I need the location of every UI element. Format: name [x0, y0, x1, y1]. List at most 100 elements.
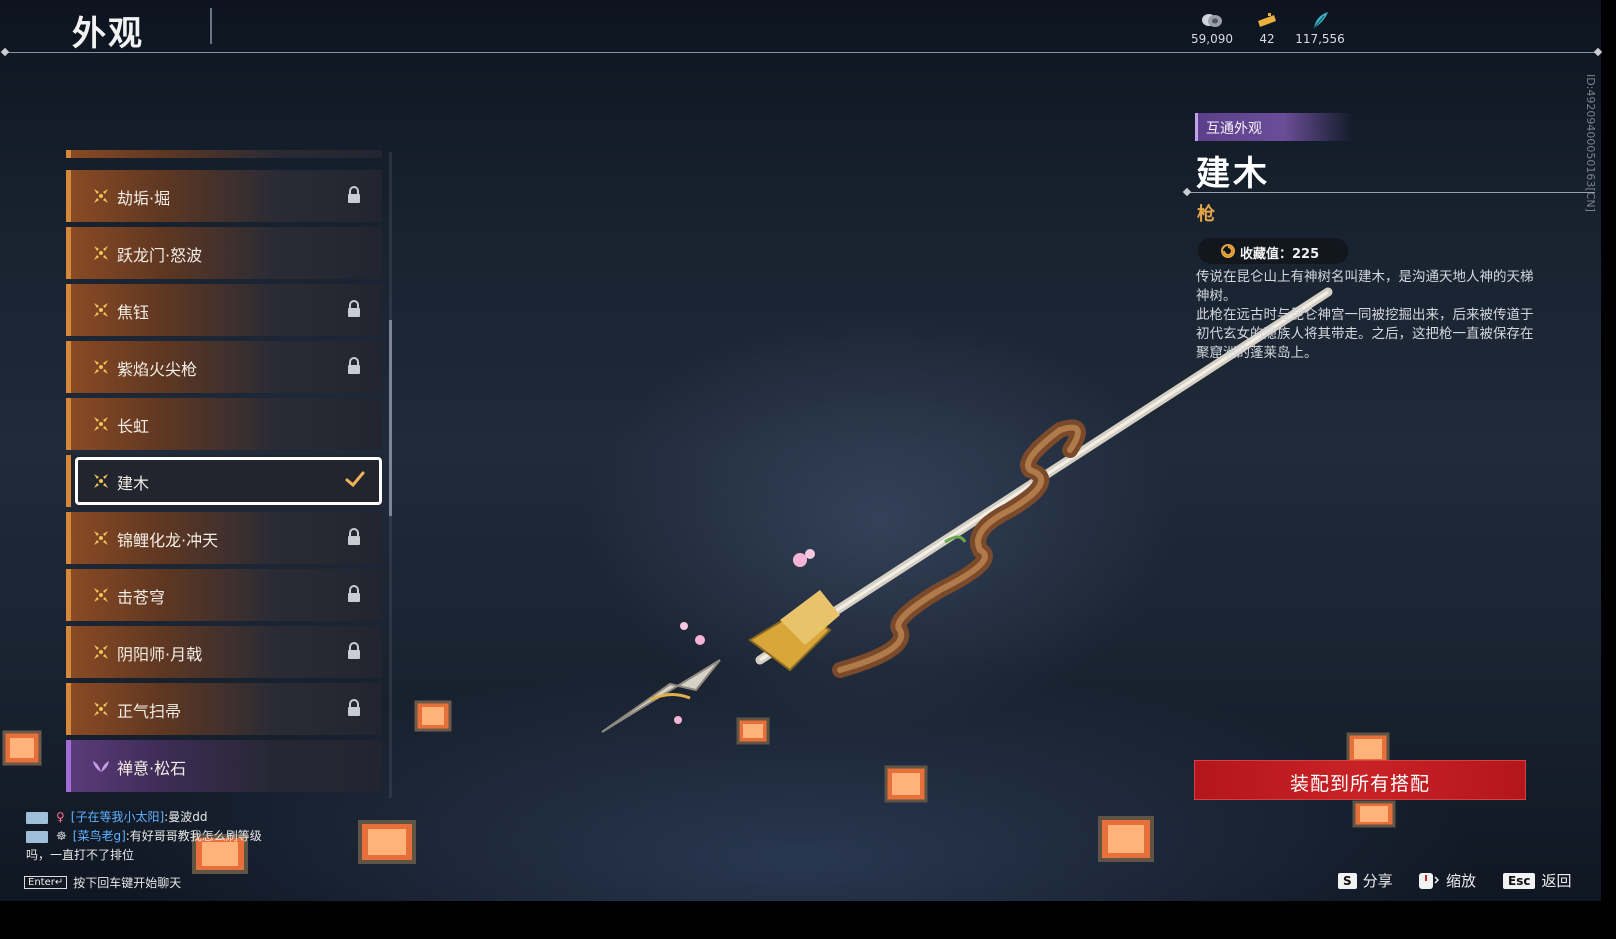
list-item[interactable]: 阴阳师·月戟 — [66, 626, 382, 678]
back-label: 返回 — [1541, 872, 1572, 890]
item-type: 枪 — [1197, 204, 1215, 225]
list-item-label: 击苍穹 — [117, 588, 166, 607]
collection-value-badge: 收藏值：225 — [1198, 238, 1348, 264]
lock-icon — [348, 357, 360, 374]
currency-coin: 59,090 — [1186, 8, 1238, 46]
lantern-icon — [2, 730, 42, 766]
list-item[interactable]: 跃龙门·怒波 — [66, 227, 382, 279]
equip-all-button[interactable]: 装配到所有搭配 — [1194, 760, 1526, 800]
chat-input-hint[interactable]: Enter↵ 按下回车键开始聊天 — [24, 874, 181, 891]
tag-label: 互通外观 — [1206, 121, 1262, 137]
description-paragraph: 传说在昆仑山上有神树名叫建木，是沟通天地人神的天梯神树。 — [1196, 269, 1534, 304]
chat-input-hint-text: 按下回车键开始聊天 — [73, 876, 182, 890]
chat-text: :有好哥哥教我怎么刷等级 — [125, 829, 262, 843]
flower-icon — [94, 474, 108, 488]
flower-icon — [94, 702, 108, 716]
list-item-selected[interactable]: 建木 — [66, 455, 382, 507]
lock-icon — [348, 186, 360, 203]
lock-icon — [348, 699, 360, 716]
list-item[interactable]: 劫垢·堀 — [66, 170, 382, 222]
chat-message: ♀ [子在等我小太阳]:曼波dd — [26, 808, 207, 825]
list-item-label: 长虹 — [117, 417, 150, 436]
screen-edge-bottom — [0, 901, 1616, 939]
lock-icon — [348, 300, 360, 317]
ticket-icon — [1258, 13, 1276, 27]
checkmark-icon — [345, 471, 365, 488]
key-s: S — [1338, 872, 1357, 889]
currency-feather-value: 117,556 — [1295, 32, 1345, 46]
flower-icon — [94, 360, 108, 374]
chat-message: ☸ [菜鸟老g]:有好哥哥教我怎么刷等级 — [26, 827, 262, 844]
list-item[interactable]: 焦钰 — [66, 284, 382, 336]
page-title: 外观 — [72, 14, 144, 54]
zoom-hint[interactable]: 缩放 — [1418, 870, 1476, 891]
list-item-label: 阴阳师·月戟 — [117, 645, 203, 664]
lantern-icon — [1098, 816, 1154, 862]
zoom-label: 缩放 — [1446, 872, 1477, 890]
title-divider — [210, 8, 212, 44]
guild-emblem-icon: ☸ — [56, 829, 67, 843]
back-hint[interactable]: Esc 返回 — [1503, 870, 1571, 891]
chat-sender[interactable]: [子在等我小太阳] — [71, 810, 164, 824]
lantern-icon — [1352, 800, 1396, 828]
screen-edge-right — [1601, 0, 1616, 939]
shared-appearance-tag: 互通外观 — [1195, 113, 1353, 141]
list-item-label: 劫垢·堀 — [117, 189, 171, 208]
list-item-label: 紫焰火尖枪 — [117, 360, 198, 379]
lock-icon — [348, 585, 360, 602]
collection-icon — [1221, 244, 1235, 258]
currency-ticket-value: 42 — [1259, 32, 1275, 46]
lotus-icon — [93, 761, 109, 772]
feather-icon — [1313, 12, 1328, 29]
list-item[interactable]: 紫焰火尖枪 — [66, 341, 382, 393]
header-divider — [6, 52, 1599, 53]
female-icon: ♀ — [56, 810, 65, 824]
mouse-scroll-icon — [1419, 872, 1440, 889]
share-hint[interactable]: S 分享 — [1338, 870, 1393, 891]
list-item-label: 焦钰 — [117, 303, 150, 322]
currency-ticket: 42 — [1249, 8, 1285, 46]
list-item[interactable]: 禅意·松石 — [66, 740, 382, 792]
player-id-vertical: ID:4920940005016​3[CN] — [1583, 74, 1597, 214]
list-item-partial — [66, 150, 382, 158]
list-item-label: 正气扫帚 — [117, 702, 182, 721]
list-item-label: 跃龙门·怒波 — [117, 246, 203, 265]
list-item[interactable]: 正气扫帚 — [66, 683, 382, 735]
flower-icon — [94, 588, 108, 602]
chat-text: 吗，一直打不了排位 — [26, 848, 135, 862]
item-description: 传说在昆仑山上有神树名叫建木，是沟通天地人神的天梯神树。 此枪在远古时与昆仑神宫… — [1196, 268, 1536, 363]
currency-feather: 117,556 — [1290, 8, 1350, 46]
flower-icon — [94, 246, 108, 260]
key-esc: Esc — [1503, 872, 1536, 889]
lantern-icon — [414, 700, 452, 732]
list-item-label: 禅意·松石 — [117, 759, 187, 778]
list-item[interactable]: 击苍穹 — [66, 569, 382, 621]
flower-icon — [94, 531, 108, 545]
flower-icon — [94, 645, 108, 659]
flower-icon — [94, 303, 108, 317]
lock-icon — [348, 642, 360, 659]
equip-all-label: 装配到所有搭配 — [1289, 773, 1430, 795]
list-item[interactable]: 长虹 — [66, 398, 382, 450]
enter-key: Enter↵ — [24, 876, 68, 889]
description-paragraph: 此枪在远古时与昆仑神宫一同被挖掘出来，后来被传道于初代玄女的隐族人将其带走。之后… — [1196, 307, 1534, 361]
list-item-label: 建木 — [117, 474, 150, 493]
lantern-icon — [358, 820, 416, 864]
item-name: 建木 — [1196, 154, 1270, 194]
chat-channel-icon — [26, 830, 48, 843]
list-scrollbar-thumb[interactable] — [389, 320, 392, 516]
appearance-list[interactable]: 劫垢·堀 跃龙门·怒波 焦钰 紫焰火尖枪 长虹 建木 锦鲤化龙·冲天 击苍穹 阴… — [66, 150, 384, 800]
collection-value: 收藏值：225 — [1240, 247, 1320, 262]
list-item-label: 锦鲤化龙·冲天 — [117, 531, 219, 550]
list-item[interactable]: 锦鲤化龙·冲天 — [66, 512, 382, 564]
flower-icon — [94, 417, 108, 431]
currency-coin-value: 59,090 — [1191, 32, 1233, 46]
share-label: 分享 — [1362, 872, 1393, 890]
item-title-divider — [1185, 192, 1595, 193]
coin-icon — [1202, 14, 1222, 27]
flower-icon — [94, 189, 108, 203]
chat-sender[interactable]: [菜鸟老g] — [73, 829, 126, 843]
chat-channel-icon — [26, 811, 48, 824]
lock-icon — [348, 528, 360, 545]
chat-message: 吗，一直打不了排位 — [26, 846, 134, 863]
